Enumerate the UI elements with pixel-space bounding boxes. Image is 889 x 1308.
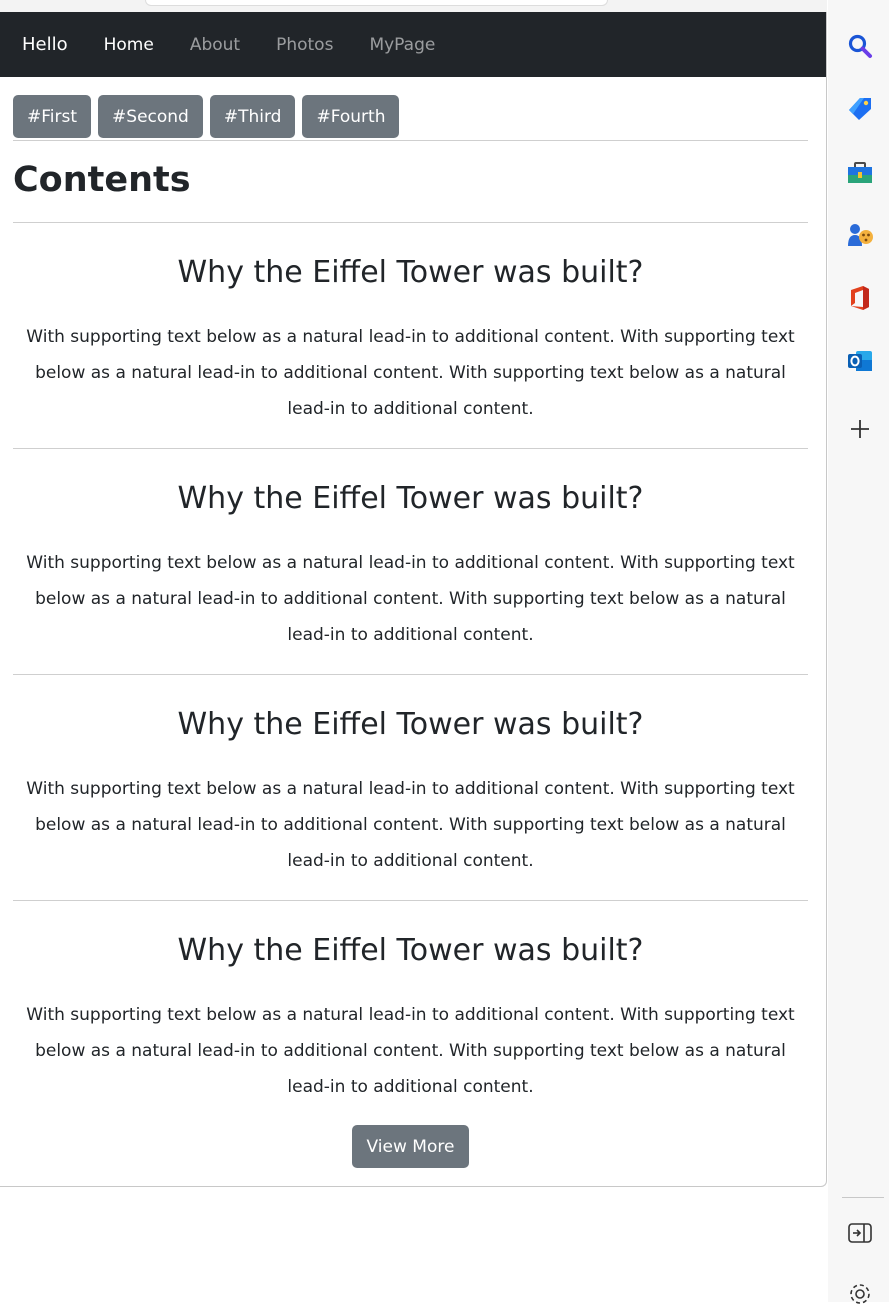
sidebar-toggle-icon[interactable]	[846, 1219, 874, 1247]
divider	[13, 448, 808, 449]
article-text: With supporting text below as a natural …	[26, 1005, 795, 1097]
article-card-1: Why the Eiffel Tower was built? With sup…	[13, 253, 808, 427]
tag-first-button[interactable]: #First	[13, 95, 92, 138]
office-icon[interactable]	[846, 284, 874, 312]
article-card-4: Why the Eiffel Tower was built? With sup…	[13, 931, 808, 1105]
divider	[13, 140, 808, 141]
shopping-tag-icon[interactable]	[846, 95, 874, 123]
outlook-icon[interactable]	[846, 347, 874, 375]
add-icon[interactable]	[846, 415, 874, 443]
browser-sidebar	[828, 0, 889, 1304]
settings-icon[interactable]	[846, 1280, 874, 1308]
games-icon[interactable]	[846, 221, 874, 249]
article-card-3: Why the Eiffel Tower was built? With sup…	[13, 705, 808, 879]
navbar-brand[interactable]: Hello	[22, 34, 68, 55]
web-page: Hello Home About Photos MyPage #First #S…	[0, 12, 827, 1187]
sidebar-divider	[842, 1197, 884, 1198]
nav-link-photos[interactable]: Photos	[276, 35, 333, 55]
tag-third-button[interactable]: #Third	[209, 95, 296, 138]
tag-fourth-button[interactable]: #Fourth	[302, 95, 400, 138]
article-title: Why the Eiffel Tower was built?	[177, 707, 644, 742]
divider	[13, 900, 808, 901]
article-title: Why the Eiffel Tower was built?	[177, 481, 644, 516]
article-text: With supporting text below as a natural …	[26, 553, 795, 645]
contents-heading: Contents	[13, 160, 191, 200]
article-text: With supporting text below as a natural …	[26, 327, 795, 419]
nav-link-home[interactable]: Home	[104, 35, 154, 55]
divider	[13, 222, 808, 223]
nav-link-about[interactable]: About	[190, 35, 240, 55]
navbar: Hello Home About Photos MyPage	[0, 12, 826, 77]
tag-second-button[interactable]: #Second	[98, 95, 203, 138]
nav-link-mypage[interactable]: MyPage	[369, 35, 435, 55]
article-title: Why the Eiffel Tower was built?	[177, 933, 644, 968]
browser-tab-strip	[0, 0, 827, 12]
toolbox-icon[interactable]	[846, 159, 874, 187]
address-bar-edge	[145, 0, 608, 6]
article-card-2: Why the Eiffel Tower was built? With sup…	[13, 479, 808, 653]
article-title: Why the Eiffel Tower was built?	[177, 255, 644, 290]
tag-button-group: #First #Second #Third #Fourth	[13, 95, 400, 138]
search-icon[interactable]	[846, 32, 874, 60]
article-text: With supporting text below as a natural …	[26, 779, 795, 871]
view-more-button[interactable]: View More	[352, 1125, 469, 1168]
divider	[13, 674, 808, 675]
